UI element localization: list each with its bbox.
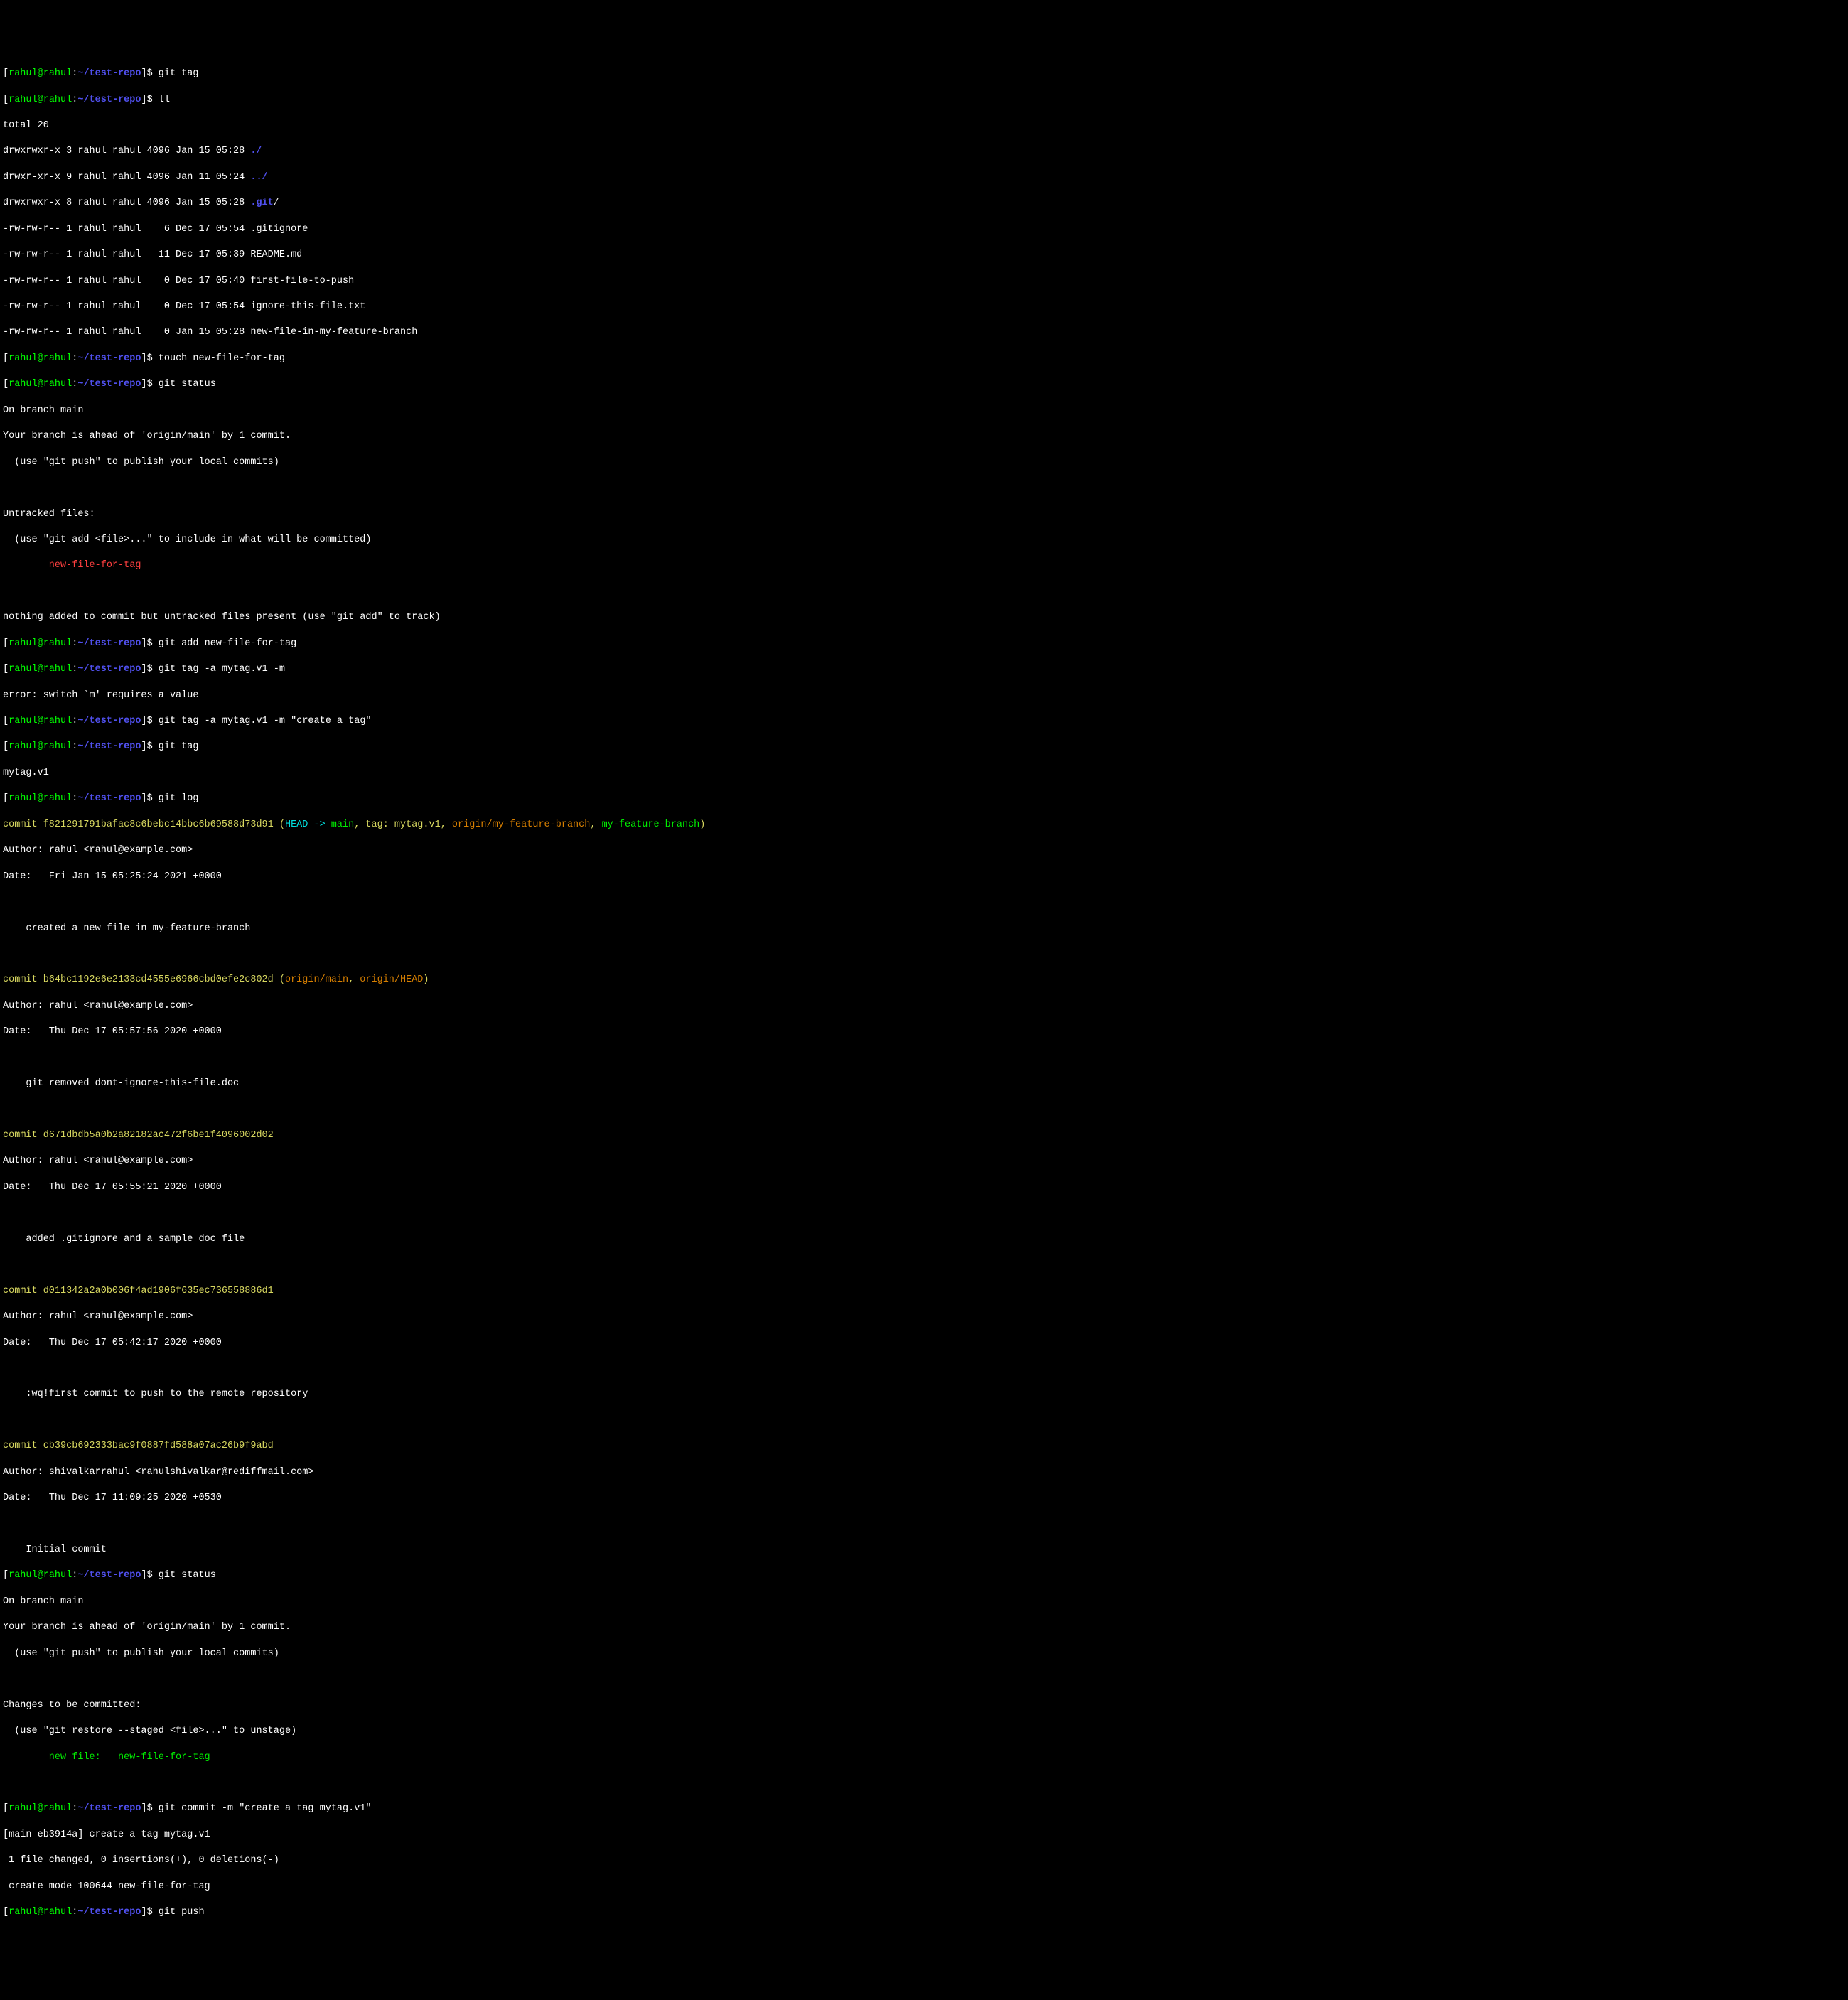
output-line: (use "git restore --staged <file>..." to… <box>3 1725 1845 1738</box>
commit-header: commit cb39cb692333bac9f0887fd588a07ac26… <box>3 1440 1845 1453</box>
command-text: git commit -m "create a tag mytag.v1" <box>159 1803 372 1814</box>
prompt-line: [rahul@rahul:~/test-repo]$ git tag -a my… <box>3 663 1845 676</box>
tag-ref: tag: mytag.v1 <box>365 819 440 830</box>
dir-link: .git <box>250 198 273 208</box>
command-text: git log <box>159 793 199 804</box>
output-line: (use "git add <file>..." to include in w… <box>3 534 1845 547</box>
blank <box>3 1414 1845 1427</box>
terminal-output[interactable]: [rahul@rahul:~/test-repo]$ git tag [rahu… <box>3 55 1845 1932</box>
dir-link: ../ <box>250 172 267 183</box>
commit-author: Author: rahul <rahul@example.com> <box>3 1155 1845 1168</box>
output-line: Your branch is ahead of 'origin/main' by… <box>3 430 1845 443</box>
output-line: total 20 <box>3 119 1845 132</box>
prompt-line: [rahul@rahul:~/test-repo]$ git tag -a my… <box>3 715 1845 728</box>
command-text: git tag -a mytag.v1 -m <box>159 664 285 674</box>
commit-author: Author: rahul <rahul@example.com> <box>3 844 1845 857</box>
blank <box>3 1518 1845 1531</box>
commit-header: commit d011342a2a0b006f4ad1906f635ec7365… <box>3 1285 1845 1298</box>
command-text: git tag -a mytag.v1 -m "create a tag" <box>159 716 372 726</box>
output-line: -rw-rw-r-- 1 rahul rahul 11 Dec 17 05:39… <box>3 249 1845 262</box>
output-line: drwxrwxr-x 8 rahul rahul 4096 Jan 15 05:… <box>3 197 1845 210</box>
commit-message: git removed dont-ignore-this-file.doc <box>3 1077 1845 1090</box>
commit-header: commit d671dbdb5a0b2a82182ac472f6be1f409… <box>3 1129 1845 1142</box>
commit-date: Date: Thu Dec 17 05:42:17 2020 +0000 <box>3 1337 1845 1350</box>
commit-message: Initial commit <box>3 1544 1845 1557</box>
commit-author: Author: rahul <rahul@example.com> <box>3 1000 1845 1013</box>
output-line: drwxr-xr-x 9 rahul rahul 4096 Jan 11 05:… <box>3 171 1845 184</box>
commit-date: Date: Thu Dec 17 05:57:56 2020 +0000 <box>3 1026 1845 1038</box>
command-text: git tag <box>159 68 199 79</box>
dir-link: ./ <box>250 146 262 156</box>
command-text: git status <box>159 1570 216 1581</box>
blank <box>3 1104 1845 1117</box>
commit-author: Author: shivalkarrahul <rahulshivalkar@r… <box>3 1466 1845 1479</box>
output-line: create mode 100644 new-file-for-tag <box>3 1881 1845 1893</box>
error-line: error: switch `m' requires a value <box>3 689 1845 702</box>
output-line: -rw-rw-r-- 1 rahul rahul 6 Dec 17 05:54 … <box>3 223 1845 236</box>
blank <box>3 1777 1845 1790</box>
prompt-line: [rahul@rahul:~/test-repo]$ git status <box>3 378 1845 391</box>
command-text: git push <box>159 1907 205 1918</box>
output-line: -rw-rw-r-- 1 rahul rahul 0 Dec 17 05:54 … <box>3 301 1845 313</box>
blank <box>3 1259 1845 1271</box>
blank <box>3 896 1845 909</box>
output-line: nothing added to commit but untracked fi… <box>3 611 1845 624</box>
command-text: ll <box>159 95 170 105</box>
commit-message: created a new file in my-feature-branch <box>3 923 1845 935</box>
blank <box>3 1362 1845 1375</box>
blank <box>3 482 1845 495</box>
remote-branch: origin/HEAD <box>360 974 423 985</box>
blank <box>3 1207 1845 1220</box>
output-line: (use "git push" to publish your local co… <box>3 456 1845 469</box>
staged-file: new file: new-file-for-tag <box>3 1751 1845 1764</box>
tag-output: mytag.v1 <box>3 767 1845 780</box>
prompt-line: [rahul@rahul:~/test-repo]$ ll <box>3 94 1845 107</box>
untracked-file: new-file-for-tag <box>3 559 1845 572</box>
blank <box>3 948 1845 961</box>
output-line: On branch main <box>3 1596 1845 1608</box>
command-text: git tag <box>159 741 199 752</box>
commit-message: :wq!first commit to push to the remote r… <box>3 1388 1845 1401</box>
output-line: (use "git push" to publish your local co… <box>3 1647 1845 1660</box>
commit-message: added .gitignore and a sample doc file <box>3 1233 1845 1246</box>
commit-date: Date: Fri Jan 15 05:25:24 2021 +0000 <box>3 871 1845 883</box>
prompt-line: [rahul@rahul:~/test-repo]$ git push <box>3 1906 1845 1919</box>
commit-date: Date: Thu Dec 17 05:55:21 2020 +0000 <box>3 1181 1845 1194</box>
blank <box>3 1673 1845 1686</box>
branch-name: main <box>331 819 354 830</box>
prompt-line: [rahul@rahul:~/test-repo]$ git status <box>3 1569 1845 1582</box>
remote-branch: origin/my-feature-branch <box>452 819 590 830</box>
output-line: drwxrwxr-x 3 rahul rahul 4096 Jan 15 05:… <box>3 145 1845 158</box>
prompt-line: [rahul@rahul:~/test-repo]$ git log <box>3 792 1845 805</box>
command-text: git add new-file-for-tag <box>159 638 296 649</box>
output-line: On branch main <box>3 404 1845 417</box>
prompt-line: [rahul@rahul:~/test-repo]$ git tag <box>3 68 1845 80</box>
prompt-line: [rahul@rahul:~/test-repo]$ git commit -m… <box>3 1802 1845 1815</box>
command-text: touch new-file-for-tag <box>159 353 285 364</box>
head-ref: HEAD -> <box>285 819 331 830</box>
output-line: Your branch is ahead of 'origin/main' by… <box>3 1621 1845 1634</box>
commit-author: Author: rahul <rahul@example.com> <box>3 1311 1845 1323</box>
command-text: git status <box>159 379 216 389</box>
blank <box>3 1052 1845 1065</box>
prompt-line: [rahul@rahul:~/test-repo]$ git add new-f… <box>3 638 1845 650</box>
output-line: [main eb3914a] create a tag mytag.v1 <box>3 1829 1845 1842</box>
output-line: Changes to be committed: <box>3 1699 1845 1712</box>
commit-header: commit b64bc1192e6e2133cd4555e6966cbd0ef… <box>3 974 1845 986</box>
output-line: Untracked files: <box>3 508 1845 521</box>
commit-header: commit f821291791bafac8c6bebc14bbc6b6958… <box>3 819 1845 832</box>
blank <box>3 586 1845 598</box>
commit-date: Date: Thu Dec 17 11:09:25 2020 +0530 <box>3 1492 1845 1505</box>
output-line: 1 file changed, 0 insertions(+), 0 delet… <box>3 1854 1845 1867</box>
prompt-line: [rahul@rahul:~/test-repo]$ git tag <box>3 741 1845 753</box>
remote-branch: origin/main <box>285 974 348 985</box>
output-line: -rw-rw-r-- 1 rahul rahul 0 Jan 15 05:28 … <box>3 326 1845 339</box>
output-line: -rw-rw-r-- 1 rahul rahul 0 Dec 17 05:40 … <box>3 275 1845 288</box>
prompt-line: [rahul@rahul:~/test-repo]$ touch new-fil… <box>3 353 1845 365</box>
branch-name: my-feature-branch <box>602 819 700 830</box>
